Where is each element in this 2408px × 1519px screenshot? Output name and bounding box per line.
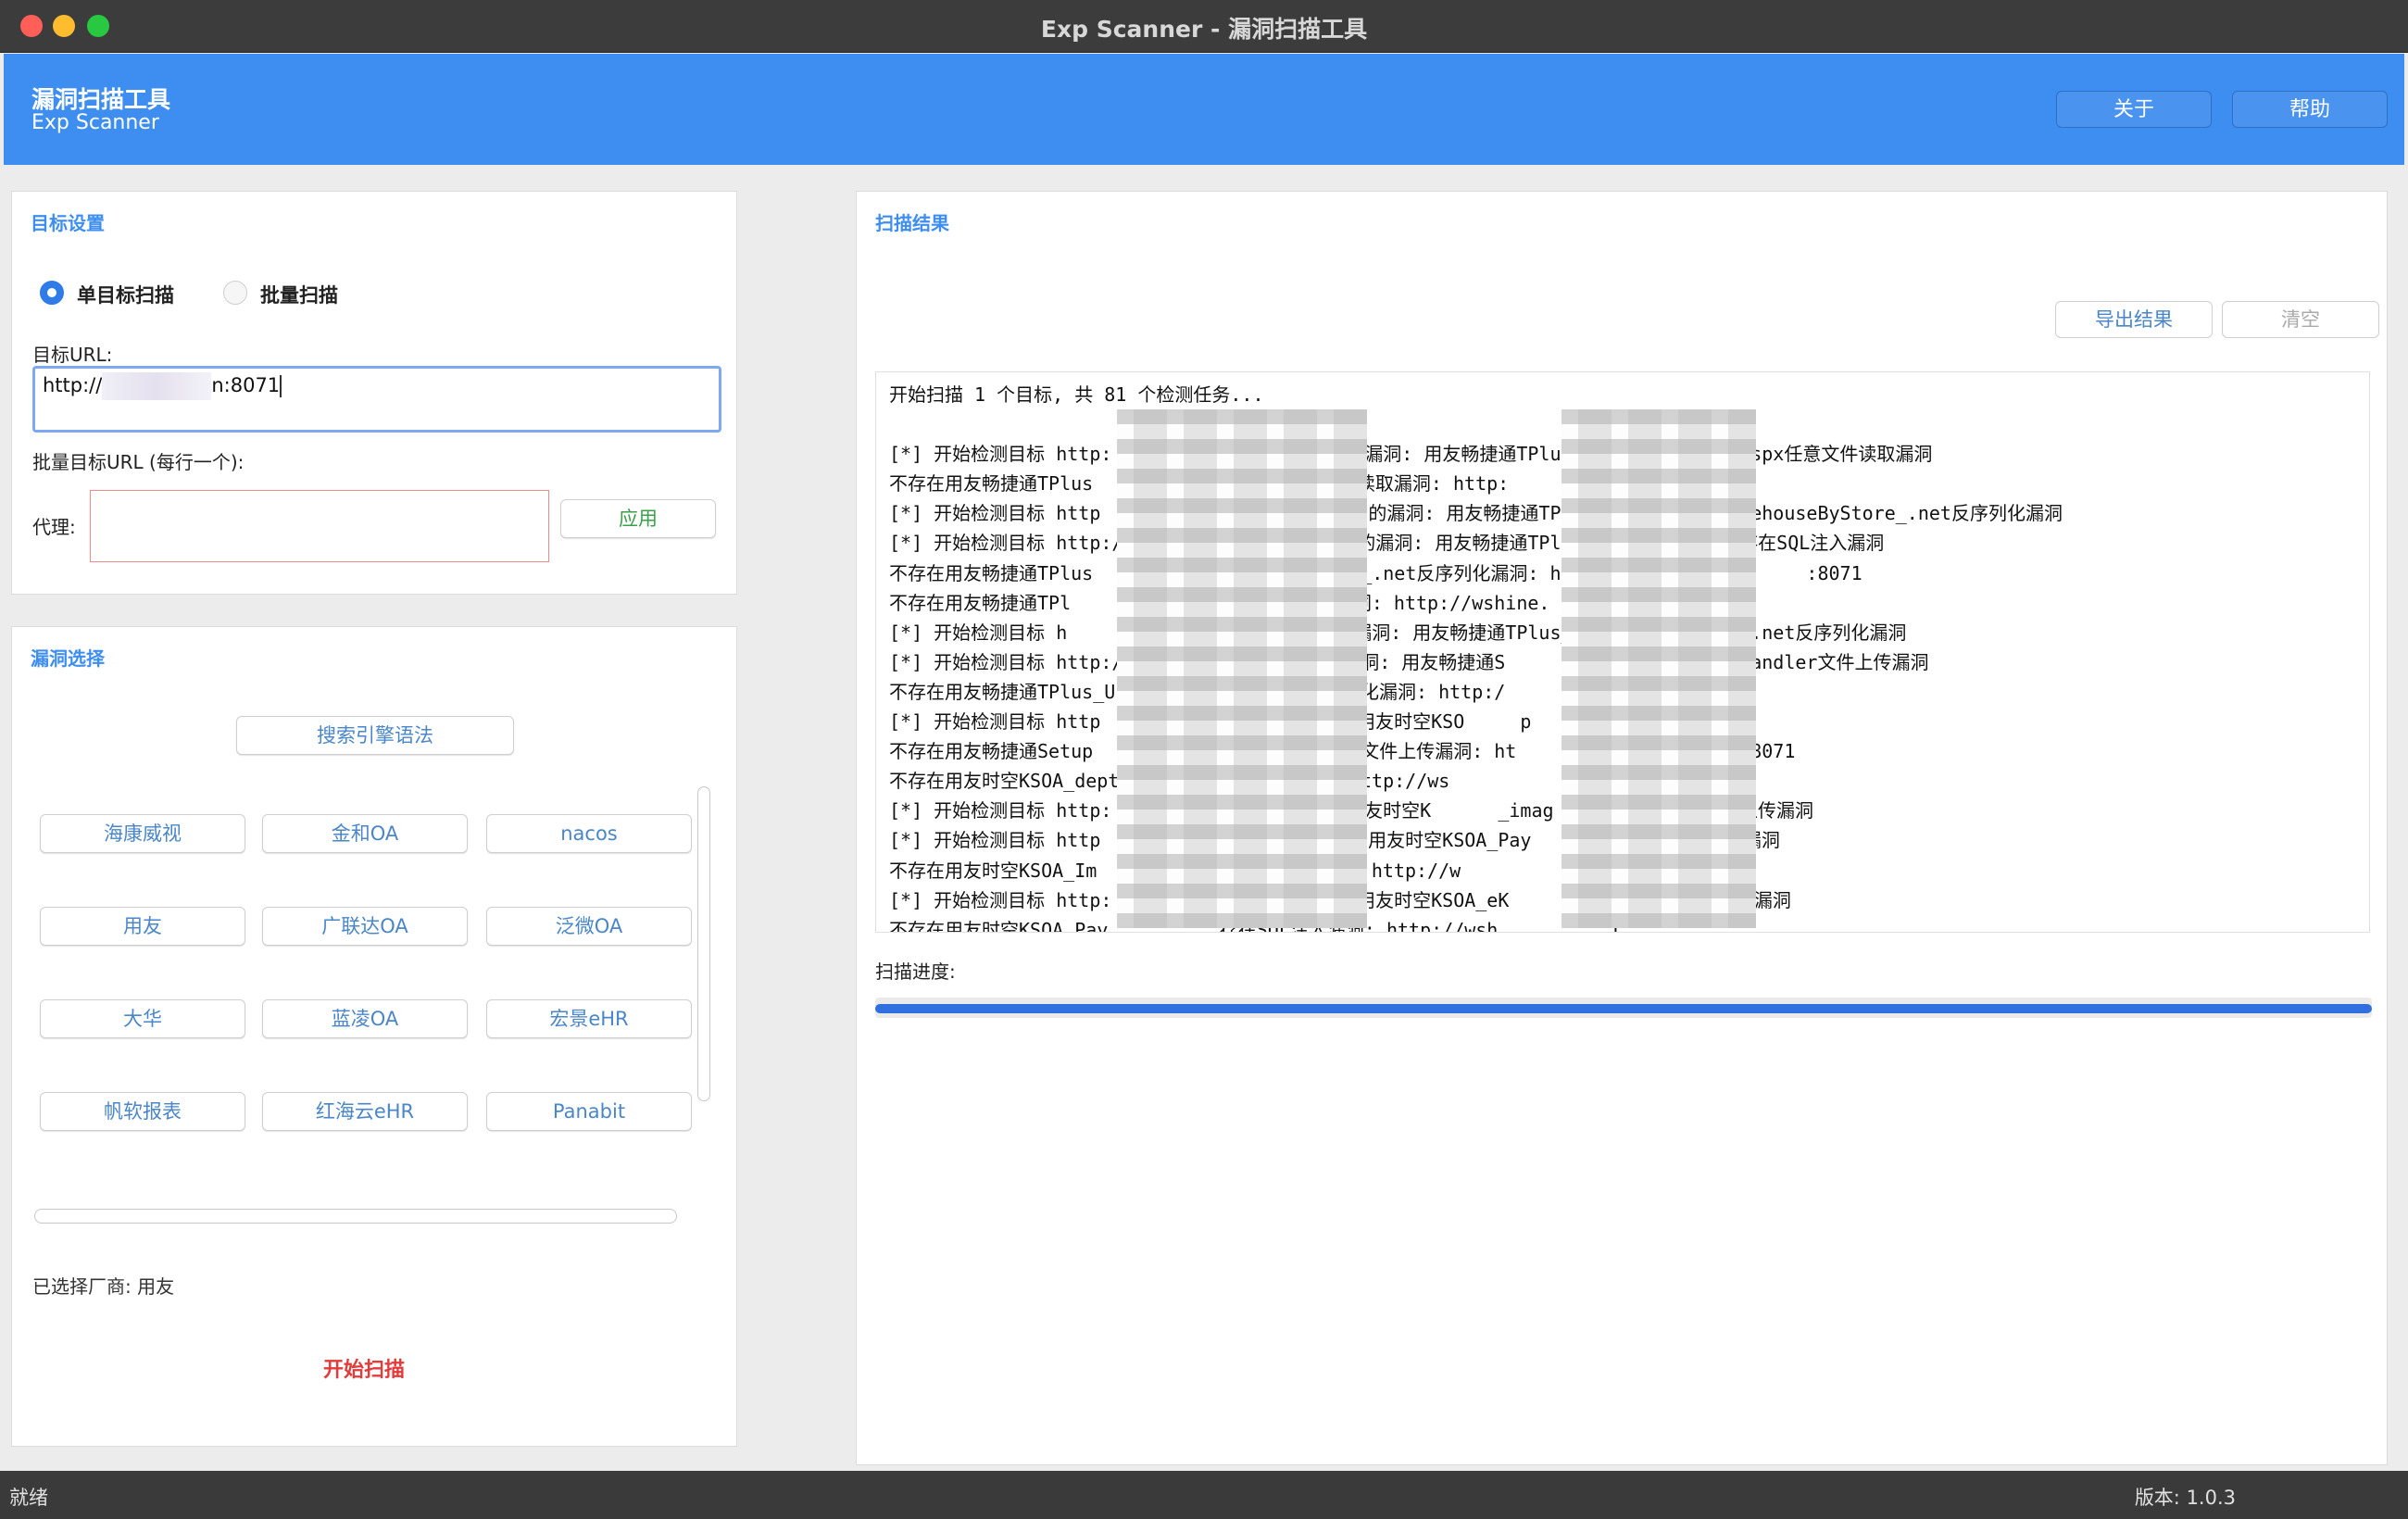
target-settings-title: 目标设置	[31, 212, 105, 234]
batch-url-label: 批量目标URL (每行一个):	[32, 451, 245, 473]
scan-progress-bar	[875, 998, 2372, 1018]
status-bar: 就绪 版本: 1.0.3	[0, 1471, 2408, 1519]
vendor-button[interactable]: 大华	[40, 999, 245, 1038]
scan-results-title: 扫描结果	[875, 212, 949, 234]
log-line: 不存在用友时空KSOA_Im 意文件上传漏洞: http://w 1	[889, 859, 1650, 882]
vendor-button[interactable]: 海康威视	[40, 814, 245, 853]
proxy-input[interactable]	[90, 490, 549, 562]
vendor-horizontal-scrollbar[interactable]	[34, 1209, 677, 1224]
export-results-button[interactable]: 导出结果	[2055, 301, 2213, 338]
vendor-button[interactable]: 蓝凌OA	[262, 999, 468, 1038]
log-line: 不存在用友畅捷通TPlus rehouseByStore_.net反序列化漏洞:…	[889, 561, 1862, 584]
vendor-button[interactable]: 宏景eHR	[486, 999, 692, 1038]
target-url-suffix: n:8071	[211, 374, 281, 396]
log-line: 开始扫描 1 个目标, 共 81 个检测任务...	[889, 383, 1264, 406]
scan-progress-label: 扫描进度:	[875, 960, 956, 983]
scan-results-panel: 扫描结果 导出结果 清空 开始扫描 1 个目标, 共 81 个检测任务... [*…	[856, 191, 2388, 1465]
scan-progress-fill	[875, 1004, 2372, 1013]
log-line: [*] 开始检测目标 http: 071 的漏洞: 用友时空K _imag oa…	[889, 799, 1813, 822]
log-line: [*] 开始检测目标 http .8071 的漏洞: 用友时空KSOA_Pay …	[889, 829, 1780, 852]
clear-results-button[interactable]: 清空	[2222, 301, 2379, 338]
window-titlebar: Exp Scanner - 漏洞扫描工具	[0, 0, 2408, 53]
app-subtitle: Exp Scanner	[31, 111, 159, 134]
vendor-button[interactable]: 广联达OA	[262, 907, 468, 946]
vendor-button[interactable]: 金和OA	[262, 814, 468, 853]
selected-vendor-text: 已选择厂商: 用友	[32, 1275, 175, 1298]
vuln-select-title: 漏洞选择	[31, 647, 105, 670]
vendor-button[interactable]: 泛微OA	[486, 907, 692, 946]
app-title: 漏洞扫描工具	[31, 86, 171, 113]
scan-log-output[interactable]: 开始扫描 1 个目标, 共 81 个检测任务... [*] 开始检测目标 http…	[875, 371, 2370, 933]
vendor-button[interactable]: 红海云eHR	[262, 1092, 468, 1131]
log-line: [*] 开始检测目标 http net.cn:8071 的漏洞: 用友畅捷通TP…	[889, 502, 2063, 525]
proxy-label: 代理:	[32, 516, 76, 538]
batch-scan-label: 批量扫描	[260, 284, 338, 307]
window-title: Exp Scanner - 漏洞扫描工具	[1040, 16, 1368, 43]
vendor-button[interactable]: 帆软报表	[40, 1092, 245, 1131]
log-line: 不存在用友畅捷通TPlus xy.aspx任意文件读取漏洞: http: n:8…	[889, 472, 1755, 496]
target-url-input[interactable]: http:// n:8071	[32, 366, 721, 433]
vuln-select-panel: 漏洞选择 搜索引擎语法 海康威视 金和OA nacos 用友 广联达OA 泛微OA 大华 蓝凌…	[11, 626, 737, 1447]
log-line: 不存在用友畅捷通TPlus_U _IP_.net反序列化漏洞: http:/ :…	[889, 680, 1751, 703]
batch-scan-radio[interactable]	[223, 281, 247, 305]
vendor-button[interactable]: nacos	[486, 814, 692, 853]
single-target-radio[interactable]	[40, 281, 64, 305]
target-settings-panel: 目标设置 单目标扫描 批量扫描 目标URL: http:// n:8071 批量目…	[11, 191, 737, 595]
status-text: 就绪	[9, 1487, 48, 1509]
log-line: [*] 开始检测目标 http:/ net.cn:8071 的漏洞: 用友畅捷通…	[889, 532, 1885, 555]
log-line: [*] 开始检测目标 h // .cn:8071 的漏洞: 用友畅捷通TPlus…	[889, 621, 1907, 644]
log-line: 不存在用友时空KSOA_depti SQL注入漏洞: http://ws	[889, 770, 1450, 793]
vendor-vertical-scrollbar[interactable]	[697, 786, 710, 1101]
help-button[interactable]: 帮助	[2232, 91, 2388, 128]
log-line: [*] 开始检测目标 http: .cn:8071 的漏洞: 用友畅捷通TPlu…	[889, 443, 1933, 466]
log-line: 不存在用友畅捷通Setup UploadHandler文件上传漏洞: ht t.…	[889, 740, 1796, 763]
apply-proxy-button[interactable]: 应用	[560, 499, 716, 538]
log-line: [*] 开始检测目标 http 8071 的漏洞: 用友时空KSO p 存在SQ…	[889, 710, 1754, 734]
target-url-label: 目标URL:	[32, 344, 113, 366]
redacted-host	[102, 372, 212, 400]
app-header: 漏洞扫描工具 Exp Scanner 关于 帮助	[4, 54, 2404, 165]
vendor-grid: 海康威视 金和OA nacos 用友 广联达OA 泛微OA 大华 蓝凌OA 宏景eHR 帆软报表红…	[12, 794, 697, 1144]
target-url-prefix: http://	[43, 374, 103, 396]
about-button[interactable]: 关于	[2056, 91, 2212, 128]
start-scan-button[interactable]: 开始扫描	[12, 1353, 716, 1383]
log-line: [*] 开始检测目标 http: 1 的漏洞: 用友时空KSOA_eK lue参…	[889, 888, 1791, 911]
vendor-button[interactable]: 用友	[40, 907, 245, 946]
search-syntax-button[interactable]: 搜索引擎语法	[236, 716, 514, 755]
version-text: 版本: 1.0.3	[2134, 1487, 2236, 1509]
log-line: 不存在用友时空KSOA_Pay 存在SQL注入漏洞: http://wsh 1	[889, 918, 1621, 933]
log-line: [*] 开始检测目标 http:/ .cn:8071 的漏洞: 用友畅捷通S U…	[889, 650, 1929, 673]
text-cursor	[280, 375, 282, 397]
vendor-button[interactable]: Panabit	[486, 1092, 692, 1131]
log-line: 不存在用友畅捷通TPl fo存在SQL注入漏洞: http://wshine.	[889, 591, 1550, 614]
single-target-label: 单目标扫描	[77, 284, 174, 307]
